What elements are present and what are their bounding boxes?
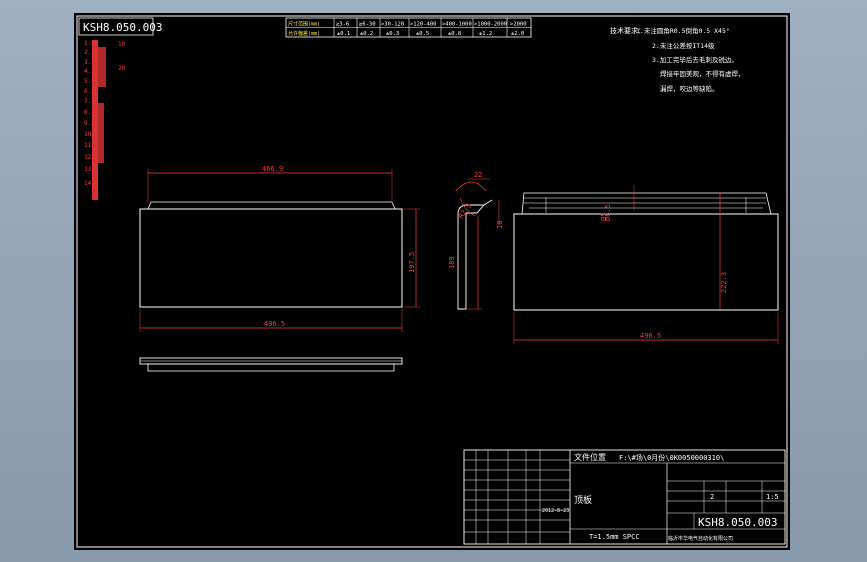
dim-side-top: 22 [474, 171, 482, 179]
range-cell: >400-1000 [442, 22, 472, 28]
tolerance-cell: ±0.1 [337, 31, 350, 37]
drawing-number-titleblock: KSH8.050.003 [698, 516, 777, 529]
dim-right-width: 496.5 [640, 332, 661, 340]
dim-side-height: 189 [448, 256, 456, 269]
right-view: Ø5 Ø6.5 222.3 496.5 [513, 185, 779, 344]
part-name: 顶板 [574, 494, 592, 506]
dim-front-height: 197.5 [408, 252, 416, 273]
tolerance-cell: ±1.2 [479, 31, 492, 37]
svg-text:7.: 7. [84, 98, 91, 105]
range-cell: ≥3-6 [336, 22, 349, 28]
scale: 1:5 [766, 493, 779, 501]
dim-side-flange: 10 [496, 221, 504, 229]
quantity: 2 [710, 493, 714, 501]
dim-hole-b: Ø6.5 [604, 204, 612, 221]
svg-text:3.: 3. [84, 59, 91, 66]
technical-notes: 技术要求： 1.未注圆角R0.5倒角0.5 X45° 2.未注公差按IT14级 … [610, 26, 745, 93]
tolerance-cell: ±2.0 [511, 31, 524, 37]
drawing-border [76, 15, 788, 548]
side-view: 22 R2.5 10 189 [448, 171, 504, 310]
file-path: F:\#场\0月份\0K0050000310\ [619, 453, 724, 462]
tolerance-table: 尺寸范围(mm) 允许偏差(mm) ≥3-6 ≥6-30 >30-120 >12… [285, 17, 532, 38]
range-cell: >120-400 [410, 22, 437, 28]
title-block: 文件位置 F:\#场\0月份\0K0050000310\ 顶板 T=1.5mm … [463, 449, 786, 545]
tolerance-cell: ±0.8 [448, 31, 461, 37]
drawing-number-top: KSH8.050.003 [83, 21, 162, 34]
note-line: 漏焊，咬边等缺陷。 [660, 84, 719, 93]
range-cell: >30-120 [381, 22, 404, 28]
dim-front-width: 496.5 [264, 320, 285, 328]
note-line: 1.未注圆角R0.5倒角0.5 X45° [636, 26, 730, 35]
material-spec: T=1.5mm SPCC [589, 533, 640, 541]
drawing-date: 2012-8-23 [542, 508, 569, 514]
svg-text:1.: 1. [84, 40, 91, 47]
tolerance-row1-label: 尺寸范围(mm) [288, 21, 320, 28]
svg-text:2.: 2. [84, 49, 91, 56]
svg-text:6.: 6. [84, 88, 91, 95]
file-position-label: 文件位置 [574, 452, 606, 462]
tolerance-row2-label: 允许偏差(mm) [288, 30, 320, 37]
svg-text:10: 10 [118, 41, 126, 48]
svg-text:4.: 4. [84, 68, 91, 75]
range-cell: >2000 [510, 22, 527, 28]
dim-side-radius: R2.5 [457, 202, 473, 220]
tolerance-cell: ±0.2 [360, 31, 373, 37]
note-line: 3.加工完毕后去毛刺及锐边， [652, 55, 738, 64]
note-line: 2.未注公差按IT14级 [652, 41, 715, 50]
range-cell: ≥6-30 [359, 22, 376, 28]
svg-text:8.: 8. [84, 109, 91, 116]
note-line: 焊接牢固美观，不得有虚焊， [660, 69, 745, 78]
left-red-list: 1. 2. 3. 4. 5. 6. 7. 8. 9. 10. 11. 12. 1… [84, 40, 126, 200]
svg-text:9.: 9. [84, 120, 91, 127]
bottom-plan-view [139, 357, 403, 372]
dim-right-height: 222.3 [720, 272, 728, 293]
svg-text:5.: 5. [84, 78, 91, 85]
range-cell: >1000-2000 [474, 22, 507, 28]
drawing-svg: KSH8.050.003 尺寸范围(mm) 允许偏差(mm) ≥3-6 ≥6-3… [76, 15, 788, 548]
drawing-canvas[interactable]: KSH8.050.003 尺寸范围(mm) 允许偏差(mm) ≥3-6 ≥6-3… [74, 13, 790, 550]
company-name: 临沂市华电气自动化有限公司 [668, 535, 733, 542]
dim-top-width: 466.9 [262, 165, 283, 173]
front-view: 466.9 496.5 197.5 [139, 165, 420, 332]
svg-text:20: 20 [118, 65, 126, 72]
tolerance-cell: ±0.5 [416, 31, 429, 37]
tolerance-cell: ±0.3 [386, 31, 399, 37]
